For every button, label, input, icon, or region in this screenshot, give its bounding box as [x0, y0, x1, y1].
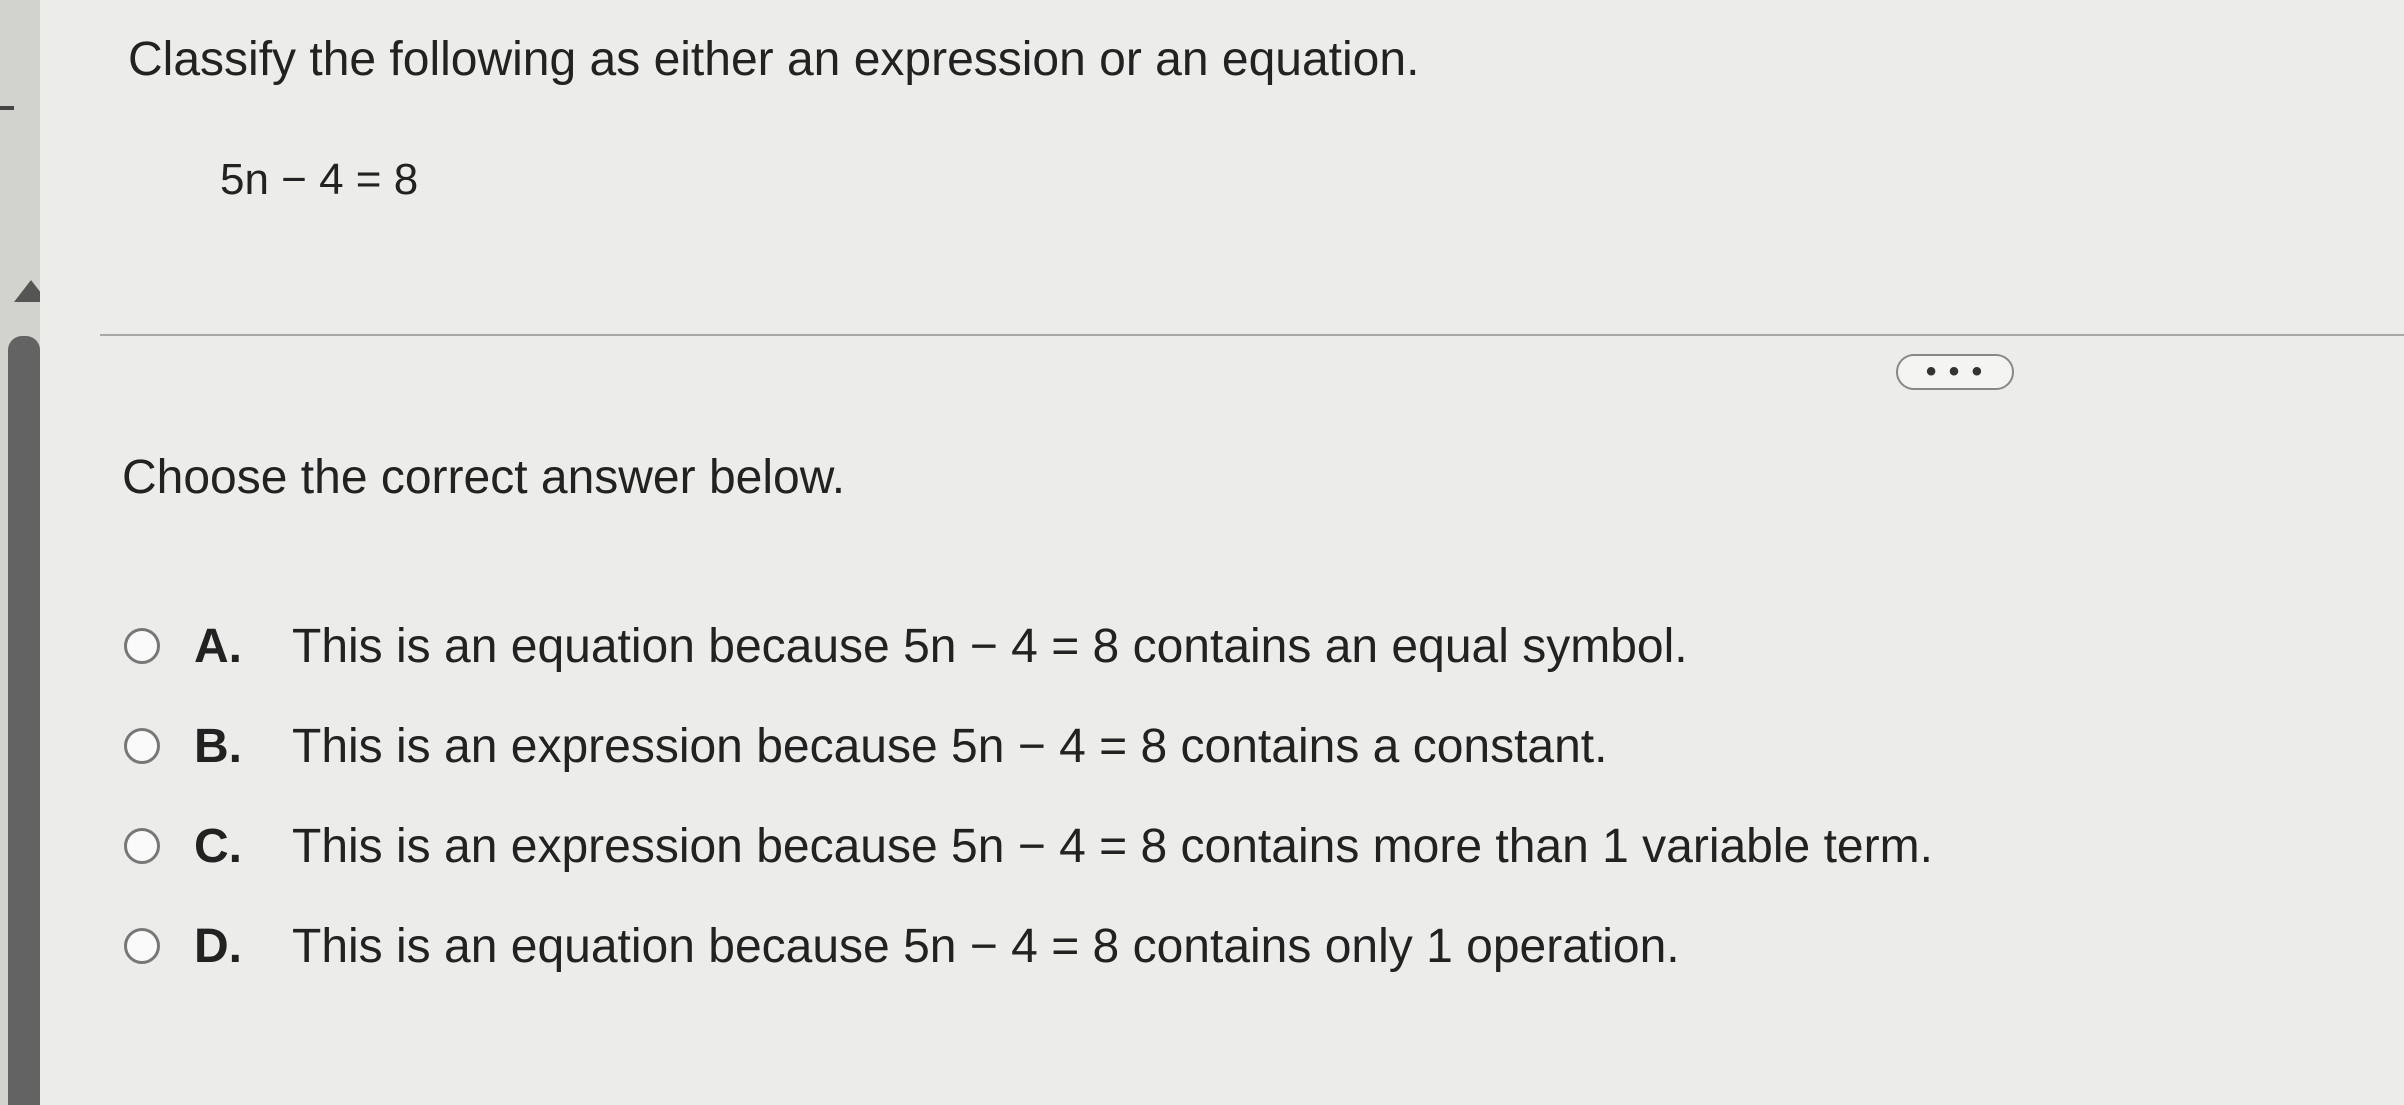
answer-option-c[interactable]: C. This is an expression because 5n − 4 …: [124, 796, 2324, 896]
question-text: Classify the following as either an expr…: [128, 33, 1420, 86]
scrollbar-thumb[interactable]: [8, 336, 40, 1105]
option-text: This is an expression because 5n − 4 = 8…: [292, 819, 1933, 873]
section-divider: [100, 334, 2404, 336]
option-letter: A.: [194, 619, 242, 673]
answer-prompt: Choose the correct answer below.: [122, 451, 846, 504]
option-text: This is an expression because 5n − 4 = 8…: [292, 719, 1608, 773]
answer-options-list: A. This is an equation because 5n − 4 = …: [124, 596, 2324, 996]
option-letter: C.: [194, 819, 242, 873]
rail-marker: [0, 106, 14, 110]
answer-option-d[interactable]: D. This is an equation because 5n − 4 = …: [124, 896, 2324, 996]
radio-button-d[interactable]: [124, 928, 160, 964]
option-text: This is an equation because 5n − 4 = 8 c…: [292, 919, 1680, 973]
question-panel: Classify the following as either an expr…: [40, 0, 2404, 1105]
radio-button-a[interactable]: [124, 628, 160, 664]
option-letter: B.: [194, 719, 242, 773]
radio-button-c[interactable]: [124, 828, 160, 864]
more-options-button[interactable]: • • •: [1896, 354, 2014, 390]
answer-option-a[interactable]: A. This is an equation because 5n − 4 = …: [124, 596, 2324, 696]
left-scroll-rail: [0, 0, 48, 1105]
equation: 5n − 4 = 8: [220, 155, 419, 204]
answer-option-b[interactable]: B. This is an expression because 5n − 4 …: [124, 696, 2324, 796]
option-text: This is an equation because 5n − 4 = 8 c…: [292, 619, 1688, 673]
option-letter: D.: [194, 919, 242, 973]
radio-button-b[interactable]: [124, 728, 160, 764]
